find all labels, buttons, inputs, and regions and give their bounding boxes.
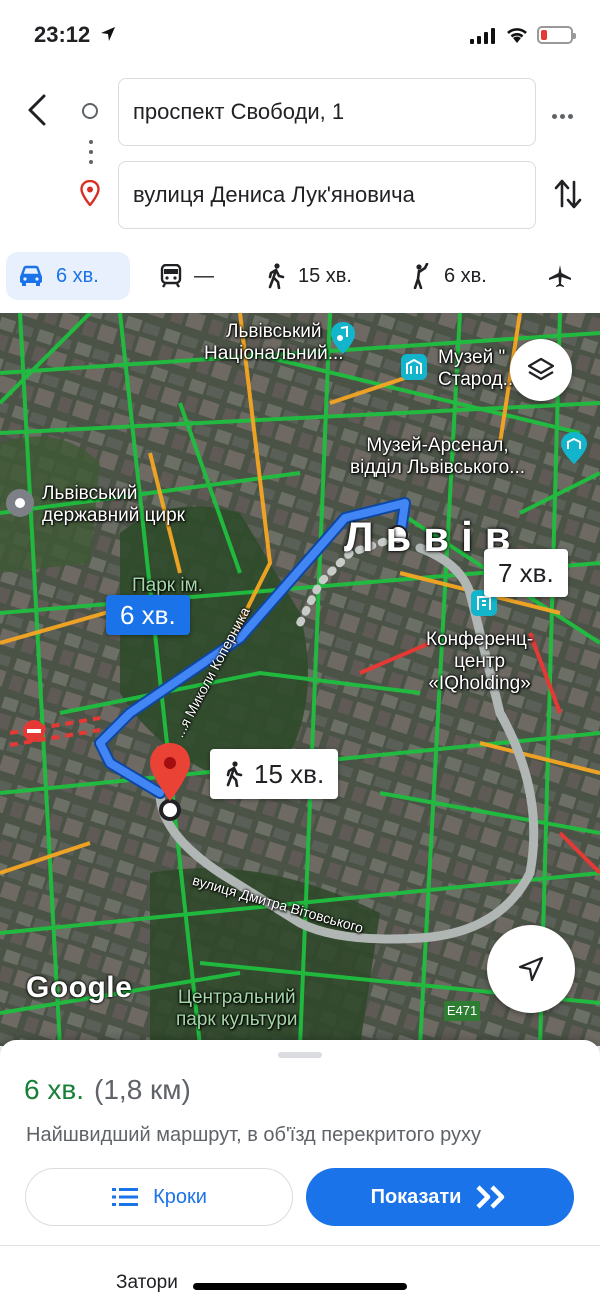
duration-distance: (1,8 км) — [94, 1074, 191, 1105]
mode-drive-label: 6 хв. — [56, 264, 99, 287]
mode-walk[interactable]: 15 хв. — [266, 252, 352, 300]
swap-icon[interactable] — [553, 176, 583, 212]
label-lviv-national: Львівський Національний... — [204, 321, 344, 364]
travel-modes: 6 хв. — 15 хв. 6 хв. — [0, 252, 600, 304]
origin-icon — [82, 103, 98, 119]
alt-time-callout[interactable]: 7 хв. — [484, 549, 568, 597]
wifi-icon — [507, 28, 527, 43]
destination-pin-icon — [80, 180, 100, 206]
steps-label: Кроки — [153, 1185, 207, 1208]
train-icon — [160, 264, 182, 288]
battery-icon — [537, 26, 576, 44]
airplane-icon — [549, 265, 571, 287]
drive-time-callout[interactable]: 6 хв. — [106, 595, 190, 635]
map[interactable]: Львівський Національний... Музей " Старод.… — [0, 313, 600, 1046]
arsenal-pin-icon — [561, 432, 587, 464]
label-circus: Львівський державний цирк — [42, 483, 185, 526]
route-description: Найшвидший маршрут, в об'їзд перекритого… — [26, 1124, 482, 1146]
sheet-divider — [0, 1245, 600, 1246]
start-label: Показати — [370, 1185, 462, 1208]
music-pin-icon — [331, 322, 355, 354]
signal-icon — [470, 28, 496, 44]
route-dots-icon — [89, 140, 93, 170]
walk-icon — [226, 761, 243, 787]
label-arsenal: Музей-Арсенал, відділ Львівського... — [350, 435, 526, 478]
double-chevron-icon — [476, 1185, 505, 1209]
walk-time-label: 15 хв. — [254, 758, 325, 789]
origin-input[interactable]: проспект Свободи, 1 — [118, 78, 536, 146]
label-central-park: Центральний парк культури — [176, 987, 298, 1030]
more-options-button[interactable] — [552, 106, 576, 124]
mode-ride[interactable]: 6 хв. — [410, 252, 487, 300]
destination-input[interactable]: вулиця Дениса Лук'яновича — [118, 161, 536, 229]
steps-button[interactable]: Кроки — [25, 1168, 293, 1226]
mode-drive[interactable]: 6 хв. — [6, 252, 130, 300]
walk-time-callout[interactable]: 15 хв. — [210, 749, 339, 799]
tab-traffic[interactable]: Затори — [116, 1272, 178, 1294]
mode-flight[interactable] — [548, 252, 584, 300]
mode-ride-label: 6 хв. — [444, 264, 487, 287]
status-time: 23:12 — [34, 22, 91, 47]
highway-shield: E471 — [444, 1001, 480, 1021]
start-button[interactable]: Показати — [306, 1168, 574, 1226]
route-duration: 6 хв. (1,8 км) — [24, 1074, 191, 1106]
museum-pin-icon — [401, 354, 427, 380]
google-logo: Google — [26, 971, 133, 1004]
duration-time: 6 хв. — [24, 1074, 85, 1105]
mode-walk-label: 15 хв. — [298, 264, 352, 287]
my-location-button[interactable] — [487, 925, 575, 1013]
walk-icon — [268, 263, 285, 289]
mode-transit-label: — — [194, 264, 214, 287]
layers-button[interactable] — [510, 339, 572, 401]
navigation-arrow-icon — [518, 956, 544, 982]
list-icon — [112, 1188, 139, 1206]
label-museum: Музей " Старод... — [438, 347, 519, 390]
label-conference: Конференц-центр «IQholding» — [426, 629, 534, 694]
location-arrow-icon — [101, 27, 115, 41]
hail-ride-icon — [413, 263, 429, 289]
mode-transit[interactable]: — — [160, 252, 214, 300]
status-bar: 23:12 — [0, 0, 600, 70]
back-button[interactable] — [20, 90, 54, 130]
sheet-handle[interactable] — [278, 1052, 322, 1058]
home-indicator[interactable] — [193, 1283, 407, 1290]
layers-icon — [527, 357, 555, 381]
car-icon — [20, 265, 42, 286]
route-summary-sheet: 6 хв. (1,8 км) Найшвидший маршрут, в об'ї… — [0, 1040, 600, 1299]
